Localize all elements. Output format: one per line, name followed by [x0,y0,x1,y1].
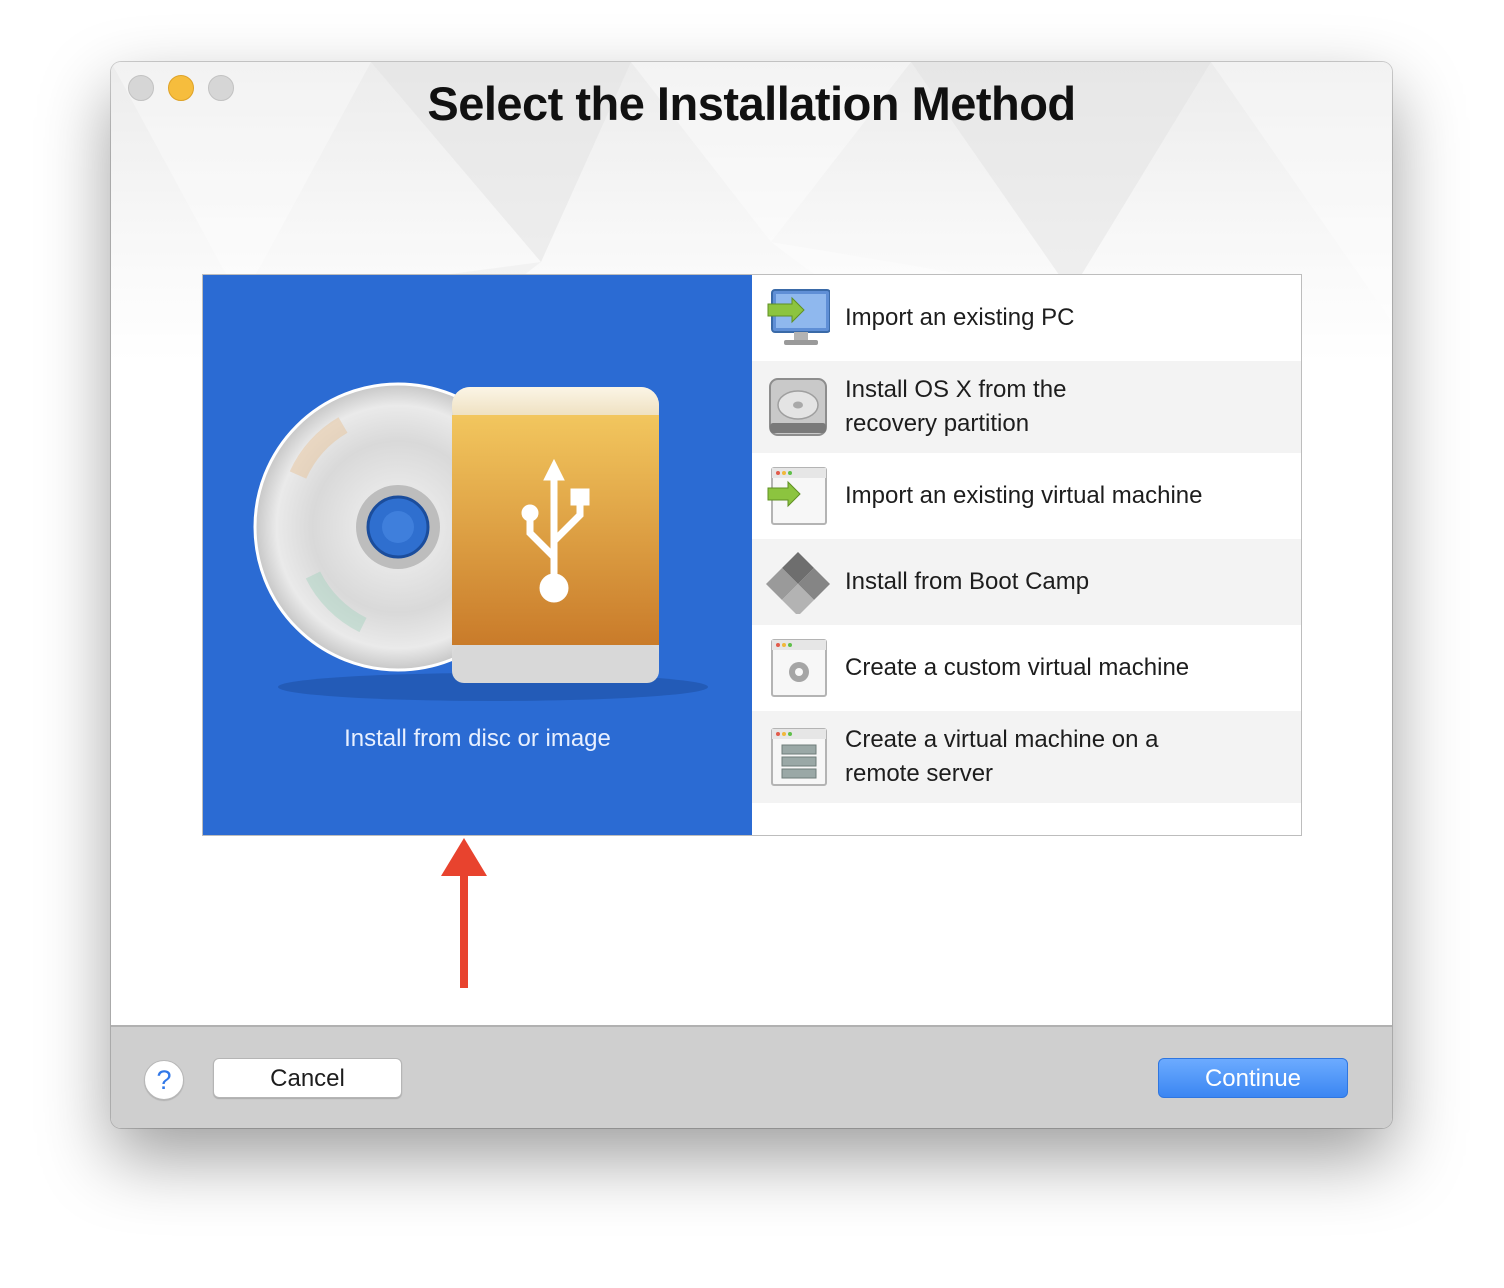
installation-option-list: Import an existing PC Install OS X from … [752,275,1301,835]
cancel-button[interactable]: Cancel [213,1058,402,1098]
option-label: Create a virtual machine on a remote ser… [845,723,1159,791]
option-label: Import an existing PC [845,304,1075,331]
vm-import-icon [767,467,827,525]
install-from-disc-or-image-option[interactable]: Install from disc or image [203,275,752,835]
boot-camp-icon [766,552,830,614]
option-label-line2: remote server [845,760,994,787]
option-label-line1: Install OS X from the [845,376,1067,403]
window-title: Select the Installation Method [427,77,1076,130]
continue-button[interactable]: Continue [1158,1058,1348,1098]
remote-server-icon [771,728,827,786]
option-label: Create a custom virtual machine [845,654,1190,681]
option-create-custom-vm[interactable]: Create a custom virtual machine [752,625,1301,711]
installation-method-window: Select the Installation Method Install f… [111,62,1392,1128]
window-footer: ? Cancel Continue [111,1025,1392,1128]
option-install-from-boot-camp[interactable]: Install from Boot Camp [752,539,1301,625]
option-import-existing-pc[interactable]: Import an existing PC [752,275,1301,361]
option-import-existing-vm[interactable]: Import an existing virtual machine [752,453,1301,539]
option-create-vm-remote-server[interactable]: Create a virtual machine on a remote ser… [752,711,1301,803]
disc-and-usb-icon [253,382,708,701]
custom-vm-icon [771,639,827,697]
installation-options-panel: Install from disc or image Import an exi… [202,274,1302,836]
option-label-line2: recovery partition [845,410,1030,437]
install-from-disc-label: Install from disc or image [344,725,611,752]
option-label: Install OS X from the recovery partition [845,373,1066,441]
option-label: Install from Boot Camp [845,568,1090,595]
option-label: Import an existing virtual machine [845,482,1203,509]
pc-import-icon [767,289,830,345]
option-install-osx-recovery[interactable]: Install OS X from the recovery partition [752,361,1301,453]
hard-drive-icon [769,378,827,436]
annotation-arrow-icon [441,838,487,988]
option-label-line1: Create a virtual machine on a [845,726,1159,753]
help-button[interactable]: ? [144,1060,184,1100]
